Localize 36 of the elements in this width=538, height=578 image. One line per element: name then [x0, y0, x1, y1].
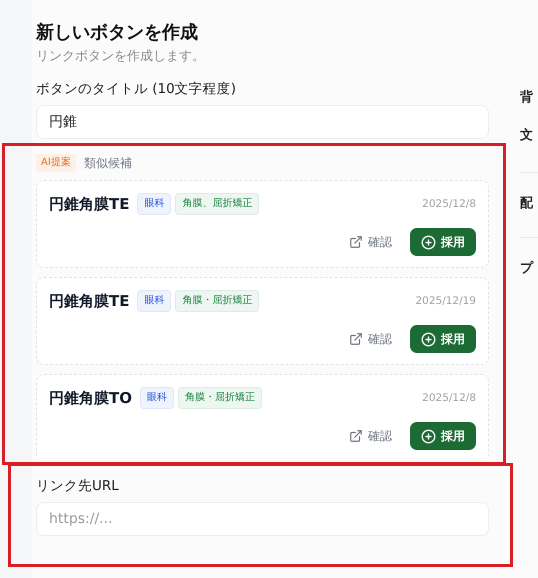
external-link-icon: [349, 235, 363, 249]
ai-badge: AI提案: [36, 154, 76, 172]
title-input[interactable]: 円錐: [36, 105, 489, 139]
setting-label: 背: [520, 88, 533, 106]
date-text: 2025/12/8: [422, 392, 476, 404]
date-text: 2025/12/19: [415, 295, 476, 307]
setting-label: 文: [520, 126, 533, 144]
setting-label: 配: [520, 195, 533, 212]
check-link[interactable]: 確認: [349, 428, 392, 444]
dialog-title: 新しいボタンを作成: [36, 21, 199, 45]
suggestion-name: 円錐角膜TE: [49, 292, 130, 310]
suggestion-name: 円錐角膜TE: [49, 194, 130, 214]
adopt-button[interactable]: 採用: [410, 228, 476, 256]
plus-circle-icon: [421, 332, 436, 346]
adopt-button[interactable]: 採用: [410, 325, 476, 353]
dialog-subtitle: リンクボタンを作成します。: [36, 48, 206, 66]
adopt-button[interactable]: 採用: [410, 422, 476, 450]
external-link-icon: [349, 332, 363, 346]
field-label: ボタンのタイトル (10文字程度): [36, 80, 238, 99]
suggestion-name: 円錐角膜TO: [49, 388, 132, 408]
category-tag: 眼科: [137, 290, 172, 312]
category-tag: 眼科: [140, 387, 174, 409]
setting-label: プ: [520, 260, 533, 277]
category-tag: 角膜・屈折矯正: [175, 290, 260, 312]
check-link[interactable]: 確認: [349, 330, 392, 348]
section-heading: 類似候補: [84, 154, 132, 172]
date-text: 2025/12/8: [422, 198, 476, 210]
external-link-icon: [349, 429, 363, 443]
category-tag: 角膜・屈折矯正: [178, 387, 262, 409]
url-input[interactable]: https://...: [36, 502, 489, 536]
field-label: リンク先URL: [36, 477, 120, 496]
category-tag: 角膜、屈折矯正: [175, 193, 260, 215]
plus-circle-icon: [421, 234, 436, 250]
plus-circle-icon: [421, 428, 436, 444]
category-tag: 眼科: [137, 193, 172, 215]
check-link[interactable]: 確認: [349, 234, 392, 250]
